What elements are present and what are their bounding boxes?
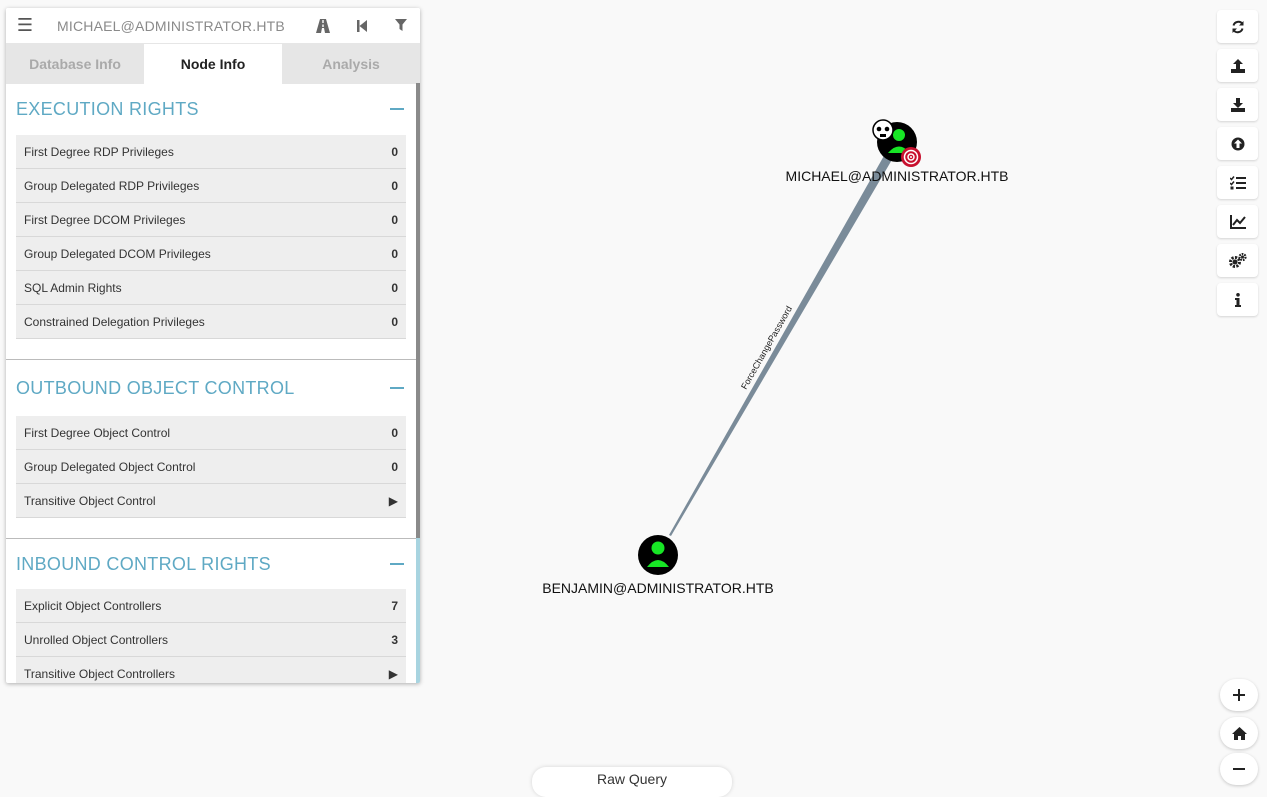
- collapse-icon[interactable]: [388, 379, 406, 397]
- section-title: EXECUTION RIGHTS: [16, 98, 199, 119]
- row-value: 0: [391, 212, 398, 227]
- node-benjamin[interactable]: [638, 535, 678, 575]
- chart-line-icon[interactable]: [1217, 205, 1258, 238]
- upload-icon[interactable]: [1217, 49, 1258, 82]
- row-label: First Degree RDP Privileges: [24, 144, 174, 159]
- list-item[interactable]: First Degree DCOM Privileges 0: [16, 203, 406, 237]
- node-michael[interactable]: [872, 119, 921, 167]
- step-backward-icon[interactable]: [342, 8, 381, 43]
- node-info-panel: ☰ MICHAEL@ADMINISTRATOR.HTB Database Inf…: [6, 8, 420, 683]
- hamburger-icon[interactable]: ☰: [6, 15, 44, 36]
- list-item[interactable]: Group Delegated Object Control 0: [16, 450, 406, 484]
- road-icon[interactable]: [303, 8, 342, 43]
- refresh-icon[interactable]: [1217, 10, 1258, 43]
- row-value: 0: [391, 280, 398, 295]
- collapse-icon[interactable]: [388, 100, 406, 118]
- row-value: 0: [391, 246, 398, 261]
- search-input[interactable]: MICHAEL@ADMINISTRATOR.HTB: [44, 18, 303, 34]
- tab-database-info[interactable]: Database Info: [6, 44, 144, 84]
- row-value: 0: [391, 178, 398, 193]
- list-item[interactable]: Group Delegated RDP Privileges 0: [16, 169, 406, 203]
- play-icon: ▶: [388, 493, 398, 508]
- row-value: 0: [391, 314, 398, 329]
- edge-force-change-password[interactable]: [669, 154, 893, 536]
- row-label: First Degree DCOM Privileges: [24, 212, 186, 227]
- row-value: 7: [391, 598, 398, 613]
- section-title: INBOUND CONTROL RIGHTS: [16, 553, 271, 574]
- node-label-michael: MICHAEL@ADMINISTRATOR.HTB: [786, 168, 1009, 184]
- row-value: 0: [391, 425, 398, 440]
- collapse-icon[interactable]: [388, 555, 406, 573]
- tab-node-info[interactable]: Node Info: [144, 44, 282, 84]
- list-item[interactable]: Group Delegated DCOM Privileges 0: [16, 237, 406, 271]
- row-label: Group Delegated RDP Privileges: [24, 178, 200, 193]
- row-label: Explicit Object Controllers: [24, 598, 162, 613]
- minus-icon[interactable]: [1220, 753, 1258, 785]
- list-item[interactable]: Explicit Object Controllers 7: [16, 589, 406, 623]
- list-item[interactable]: Transitive Object Control ▶: [16, 484, 406, 518]
- list-item[interactable]: Unrolled Object Controllers 3: [16, 623, 406, 657]
- list-item[interactable]: First Degree RDP Privileges 0: [16, 135, 406, 169]
- list-item[interactable]: SQL Admin Rights 0: [16, 271, 406, 305]
- section-outbound-object-control: OUTBOUND OBJECT CONTROL First Degree Obj…: [6, 360, 416, 539]
- user-icon: [893, 129, 905, 141]
- row-label: SQL Admin Rights: [24, 280, 122, 295]
- row-label: Transitive Object Control: [24, 493, 156, 508]
- row-label: Unrolled Object Controllers: [24, 632, 169, 647]
- info-icon[interactable]: [1217, 283, 1258, 316]
- cogs-icon[interactable]: [1217, 244, 1258, 277]
- row-label: Transitive Object Controllers: [24, 666, 175, 681]
- row-value: 3: [391, 632, 398, 647]
- download-icon[interactable]: [1217, 88, 1258, 121]
- tasks-icon[interactable]: [1217, 166, 1258, 199]
- panel-content: EXECUTION RIGHTS First Degree RDP Privil…: [6, 83, 416, 683]
- edge-label: ForceChangePassword: [739, 304, 794, 391]
- skull-icon: [872, 119, 894, 141]
- section-title: OUTBOUND OBJECT CONTROL: [16, 377, 295, 398]
- section-execution-rights: EXECUTION RIGHTS First Degree RDP Privil…: [6, 83, 416, 360]
- row-label: Constrained Delegation Privileges: [24, 314, 205, 329]
- row-value: 0: [391, 459, 398, 474]
- target-icon: [901, 147, 921, 167]
- list-item[interactable]: Constrained Delegation Privileges 0: [16, 305, 406, 339]
- row-value: 0: [391, 144, 398, 159]
- search-bar: ☰ MICHAEL@ADMINISTRATOR.HTB: [6, 8, 420, 44]
- section-inbound-control-rights: INBOUND CONTROL RIGHTS Explicit Object C…: [6, 539, 416, 683]
- filter-icon[interactable]: [381, 8, 420, 43]
- scrollbar-thumb[interactable]: [416, 83, 420, 538]
- row-label: Group Delegated Object Control: [24, 459, 196, 474]
- row-label: Group Delegated DCOM Privileges: [24, 246, 211, 261]
- node-label-benjamin: BENJAMIN@ADMINISTRATOR.HTB: [542, 580, 774, 596]
- list-item[interactable]: Transitive Object Controllers ▶: [16, 657, 406, 683]
- plus-icon[interactable]: [1220, 679, 1258, 711]
- list-item[interactable]: First Degree Object Control 0: [16, 416, 406, 450]
- home-icon[interactable]: [1220, 717, 1258, 749]
- upload-circle-icon[interactable]: [1217, 127, 1258, 160]
- panel-tabs: Database Info Node Info Analysis: [6, 44, 420, 84]
- raw-query-button[interactable]: Raw Query: [532, 767, 732, 797]
- row-label: First Degree Object Control: [24, 425, 171, 440]
- user-icon: [651, 541, 665, 555]
- play-icon: ▶: [388, 666, 398, 681]
- tab-analysis[interactable]: Analysis: [282, 44, 420, 84]
